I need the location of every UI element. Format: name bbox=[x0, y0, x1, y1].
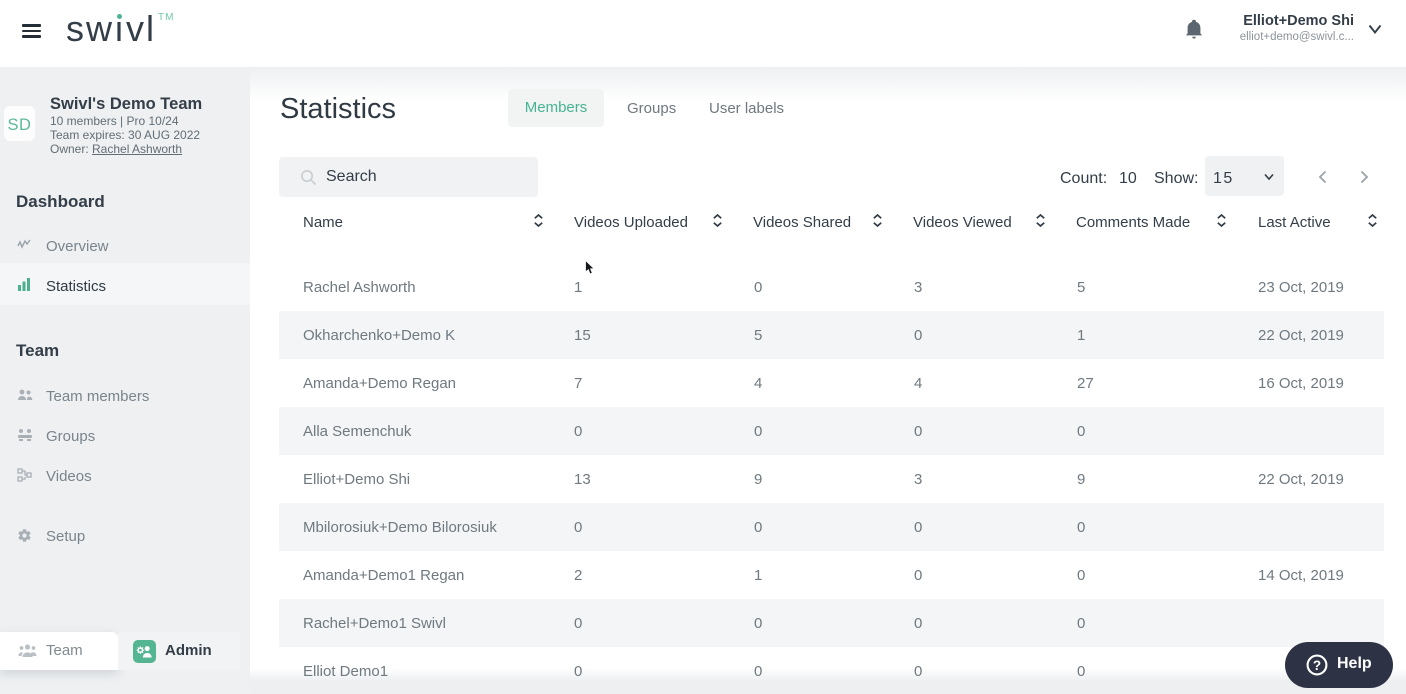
svg-text:?: ? bbox=[1313, 658, 1321, 673]
